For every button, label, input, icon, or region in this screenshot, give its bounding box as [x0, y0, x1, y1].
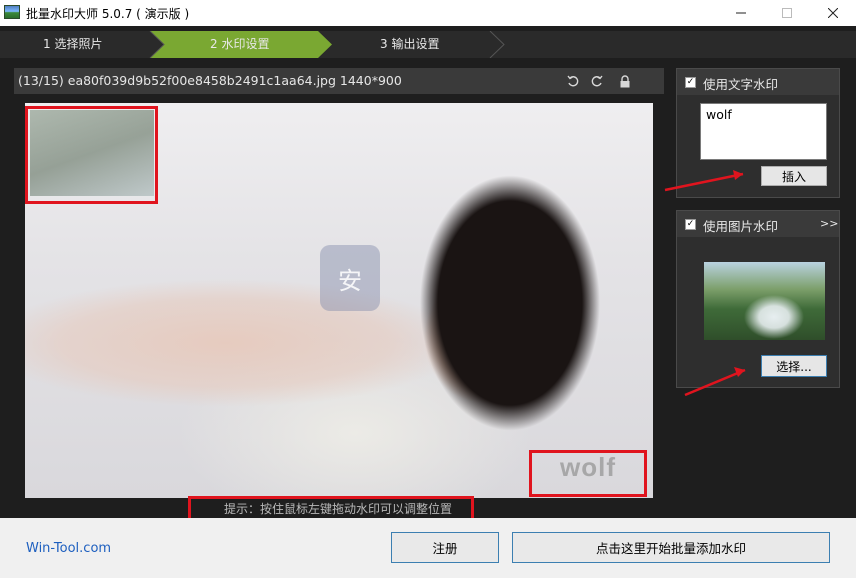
- brand-link[interactable]: Win-Tool.com: [26, 541, 111, 556]
- text-watermark-checkbox[interactable]: ✓: [685, 77, 696, 88]
- register-button[interactable]: 注册: [391, 532, 499, 563]
- step-output-settings[interactable]: 3 输出设置: [380, 31, 439, 58]
- start-batch-watermark-button[interactable]: 点击这里开始批量添加水印: [512, 532, 830, 563]
- annotation-box-image-watermark: [25, 106, 158, 204]
- annotation-box-text-watermark: [529, 450, 647, 497]
- annotation-arrows: [664, 170, 746, 397]
- watermark-text-input[interactable]: wolf: [700, 103, 827, 160]
- rotate-right-icon[interactable]: [588, 71, 606, 91]
- text-watermark-title: 使用文字水印: [703, 77, 779, 92]
- step-watermark-settings[interactable]: 2 水印设置: [210, 31, 269, 58]
- drag-hint: 提示：按住鼠标左键拖动水印可以调整位置: [224, 502, 453, 516]
- rotate-left-icon[interactable]: [564, 71, 582, 91]
- shield-logo-icon: 安: [320, 245, 380, 311]
- window-title: 批量水印大师 5.0.7 ( 演示版 ): [26, 7, 190, 21]
- lock-icon[interactable]: [616, 71, 634, 91]
- maximize-icon: [782, 8, 792, 18]
- close-button[interactable]: [810, 0, 856, 26]
- app-icon: [4, 5, 20, 19]
- minimize-icon: [736, 12, 746, 14]
- file-info: (13/15) ea80f039d9b52f00e8458b2491c1aa64…: [18, 73, 402, 88]
- step-select-photos[interactable]: 1 选择照片: [43, 31, 102, 58]
- maximize-button[interactable]: [764, 0, 810, 26]
- minimize-button[interactable]: [718, 0, 764, 26]
- close-icon: [828, 8, 838, 18]
